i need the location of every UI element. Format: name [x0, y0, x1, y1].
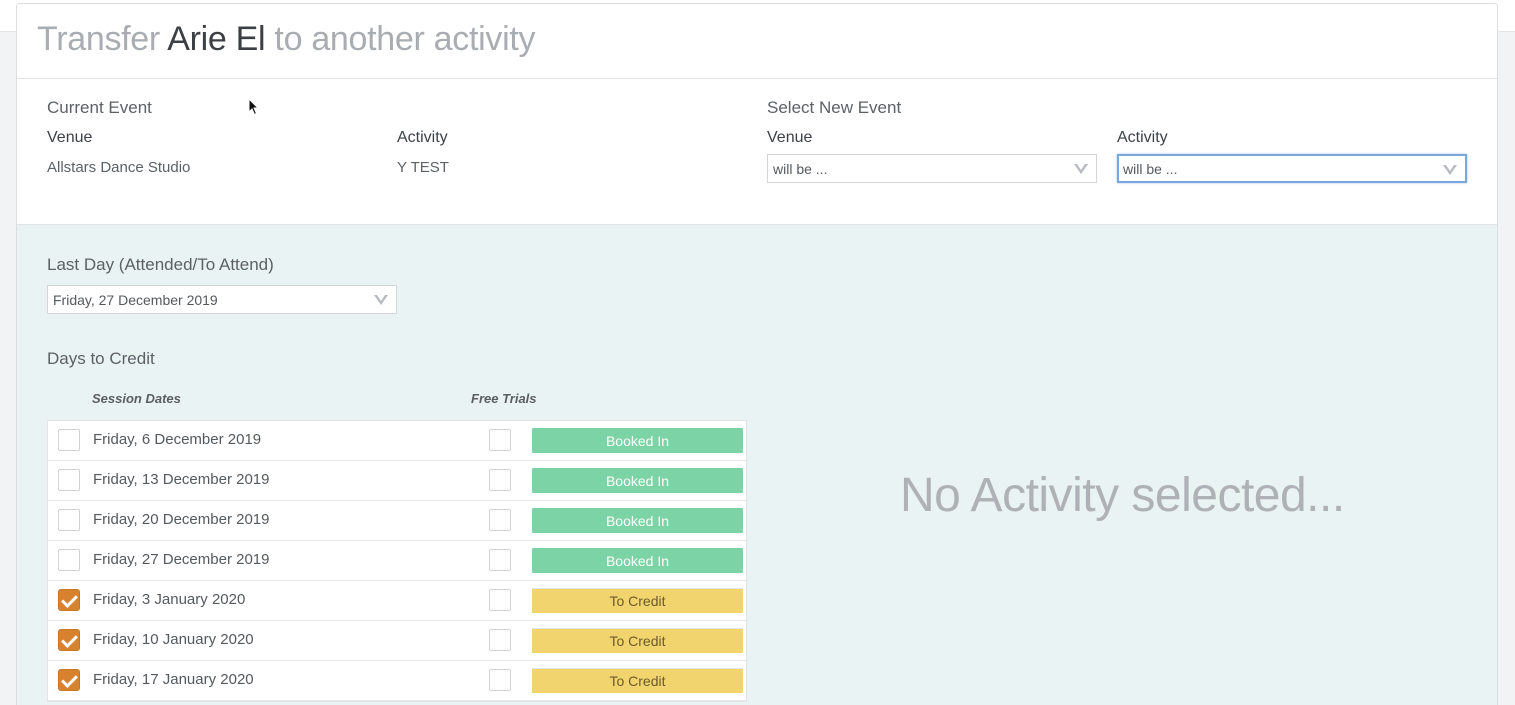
- last-day-select[interactable]: Friday, 27 December 2019: [47, 285, 397, 314]
- current-event-heading: Current Event: [47, 98, 152, 117]
- table-row: Friday, 6 December 2019 Booked In: [48, 421, 746, 461]
- participant-name: Arie El: [167, 19, 266, 58]
- new-event-heading: Select New Event: [767, 98, 902, 117]
- current-venue-label: Venue: [47, 129, 93, 146]
- free-trial-checkbox[interactable]: [489, 469, 511, 491]
- table-row: Friday, 10 January 2020 To Credit: [48, 621, 746, 661]
- credit-checkbox[interactable]: [58, 469, 80, 491]
- chevron-down-icon: [1443, 165, 1457, 175]
- status-badge: Booked In: [532, 548, 743, 573]
- current-activity-value: Y TEST: [397, 159, 449, 176]
- last-day-select-value: Friday, 27 December 2019: [53, 291, 218, 308]
- session-dates-column-header: Session Dates: [92, 391, 181, 406]
- days-to-credit-table: Friday, 6 December 2019 Booked In Friday, …: [47, 420, 747, 702]
- status-badge: Booked In: [532, 508, 743, 533]
- free-trial-checkbox[interactable]: [489, 589, 511, 611]
- new-activity-select-value: will be ...: [1123, 160, 1178, 177]
- table-row: Friday, 20 December 2019 Booked In: [48, 501, 746, 541]
- free-trials-column-header: Free Trials: [471, 391, 537, 406]
- days-to-credit-heading: Days to Credit: [47, 349, 155, 368]
- session-date: Friday, 17 January 2020: [93, 671, 254, 688]
- table-row: Friday, 3 January 2020 To Credit: [48, 581, 746, 621]
- new-activity-select[interactable]: will be ...: [1117, 154, 1467, 183]
- transfer-dialog: Transfer Arie El to another activity Cur…: [16, 3, 1498, 705]
- status-badge: Booked In: [532, 428, 743, 453]
- free-trial-checkbox[interactable]: [489, 669, 511, 691]
- status-badge: To Credit: [532, 588, 743, 613]
- events-section: Current Event Venue Allstars Dance Studi…: [17, 79, 1497, 224]
- status-badge: To Credit: [532, 668, 743, 693]
- new-venue-select[interactable]: will be ...: [767, 154, 1097, 183]
- session-date: Friday, 27 December 2019: [93, 551, 270, 568]
- credit-section: Last Day (Attended/To Attend) Friday, 27…: [17, 224, 1497, 705]
- credit-checkbox[interactable]: [58, 629, 80, 651]
- new-venue-select-value: will be ...: [773, 160, 828, 177]
- free-trial-checkbox[interactable]: [489, 549, 511, 571]
- title-suffix: to another activity: [274, 19, 536, 58]
- table-row: Friday, 13 December 2019 Booked In: [48, 461, 746, 501]
- credit-checkbox[interactable]: [58, 669, 80, 691]
- session-date: Friday, 3 January 2020: [93, 591, 246, 608]
- session-date: Friday, 10 January 2020: [93, 631, 254, 648]
- dialog-title: Transfer Arie El to another activity: [37, 19, 536, 59]
- credit-checkbox[interactable]: [58, 509, 80, 531]
- table-row: Friday, 17 January 2020 To Credit: [48, 661, 746, 701]
- session-date: Friday, 13 December 2019: [93, 471, 270, 488]
- title-prefix: Transfer: [37, 19, 160, 58]
- mouse-cursor-icon: [248, 98, 260, 116]
- current-activity-label: Activity: [397, 129, 448, 146]
- last-day-label: Last Day (Attended/To Attend): [47, 255, 274, 274]
- chevron-down-icon: [374, 295, 388, 305]
- no-activity-message: No Activity selected...: [900, 469, 1345, 522]
- current-venue-value: Allstars Dance Studio: [47, 159, 191, 176]
- free-trial-checkbox[interactable]: [489, 509, 511, 531]
- dialog-header: Transfer Arie El to another activity: [17, 4, 1497, 79]
- table-row: Friday, 27 December 2019 Booked In: [48, 541, 746, 581]
- new-activity-label: Activity: [1117, 129, 1168, 146]
- status-badge: Booked In: [532, 468, 743, 493]
- credit-checkbox[interactable]: [58, 589, 80, 611]
- new-venue-label: Venue: [767, 129, 813, 146]
- session-date: Friday, 20 December 2019: [93, 511, 270, 528]
- free-trial-checkbox[interactable]: [489, 629, 511, 651]
- free-trial-checkbox[interactable]: [489, 429, 511, 451]
- session-date: Friday, 6 December 2019: [93, 431, 262, 448]
- chevron-down-icon: [1074, 164, 1088, 174]
- status-badge: To Credit: [532, 628, 743, 653]
- credit-checkbox[interactable]: [58, 549, 80, 571]
- credit-checkbox[interactable]: [58, 429, 80, 451]
